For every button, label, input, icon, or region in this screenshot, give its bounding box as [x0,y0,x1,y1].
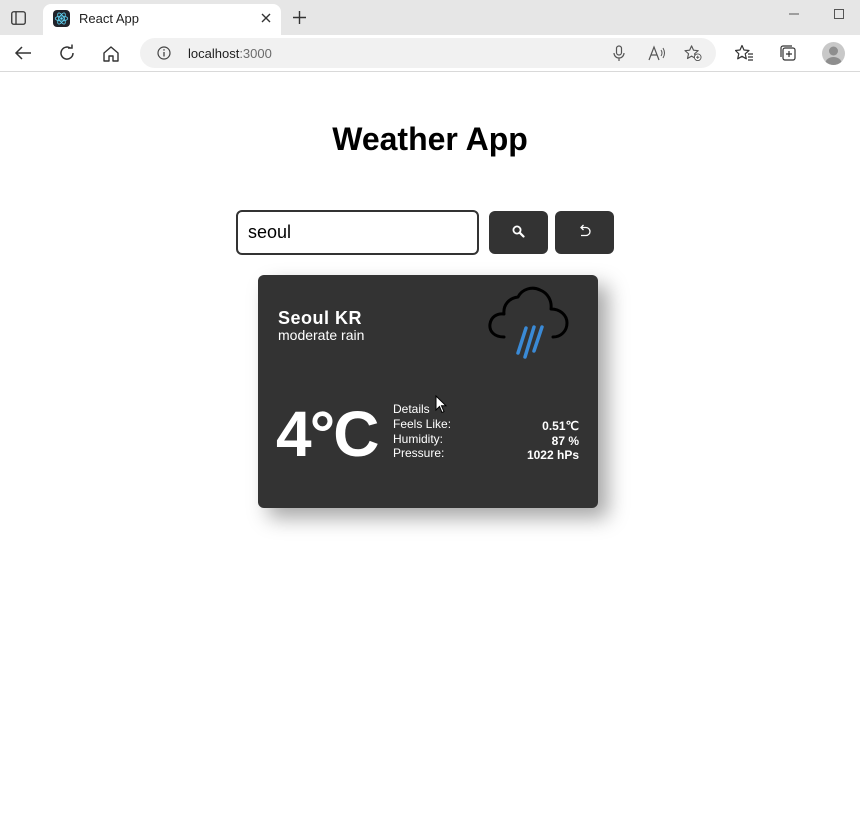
site-info-icon[interactable] [157,46,171,60]
browser-toolbar: localhost:3000 [0,35,860,72]
browser-tab-bar: React App [0,0,860,35]
favorites-icon[interactable] [734,43,754,63]
add-favorite-icon[interactable] [684,44,702,62]
detail-value: 0.51℃ [542,419,579,433]
page-title: Weather App [332,121,528,157]
read-aloud-icon[interactable] [648,44,666,62]
react-logo-icon [53,10,70,27]
mouse-cursor-icon [435,394,448,414]
minimize-window-icon[interactable] [787,7,801,21]
address-bar[interactable]: localhost:3000 [140,38,716,68]
back-arrow-icon[interactable] [13,43,33,63]
address-port: :3000 [239,46,272,61]
microphone-icon[interactable] [610,44,628,62]
rain-cloud-icon [486,283,572,369]
weather-card: Seoul KR moderate rain 4°C Details Feels… [258,275,598,508]
detail-label: Pressure: [393,446,445,460]
address-url[interactable]: localhost:3000 [188,46,272,61]
home-icon[interactable] [101,43,121,63]
search-icon [512,225,525,241]
undo-icon [577,224,592,241]
weather-description: moderate rain [278,327,365,343]
detail-value: 1022 hPs [526,448,579,462]
detail-row-feels-like: Feels Like: 0.51℃ [393,417,579,433]
temperature: 4°C [276,398,379,470]
city-name: Seoul KR [278,308,363,328]
refresh-icon[interactable] [57,43,77,63]
detail-row-pressure: Pressure: 1022 hPs [393,446,579,462]
profile-avatar[interactable] [822,42,845,65]
reset-button[interactable] [555,211,614,254]
browser-tab[interactable]: React App [43,4,281,35]
detail-row-humidity: Humidity: 87 % [393,432,579,448]
collections-icon[interactable] [778,43,798,63]
new-tab-icon[interactable] [291,9,307,25]
tab-title: React App [79,11,139,26]
detail-label: Humidity: [393,432,444,446]
search-button[interactable] [489,211,548,254]
close-tab-icon[interactable] [259,11,273,25]
detail-label: Feels Like: [393,417,452,431]
address-host: localhost [188,46,240,61]
city-search-input[interactable] [236,210,479,255]
details-title: Details [393,402,430,416]
maximize-window-icon[interactable] [832,7,846,21]
sidebar-toggle-icon[interactable] [10,10,26,25]
